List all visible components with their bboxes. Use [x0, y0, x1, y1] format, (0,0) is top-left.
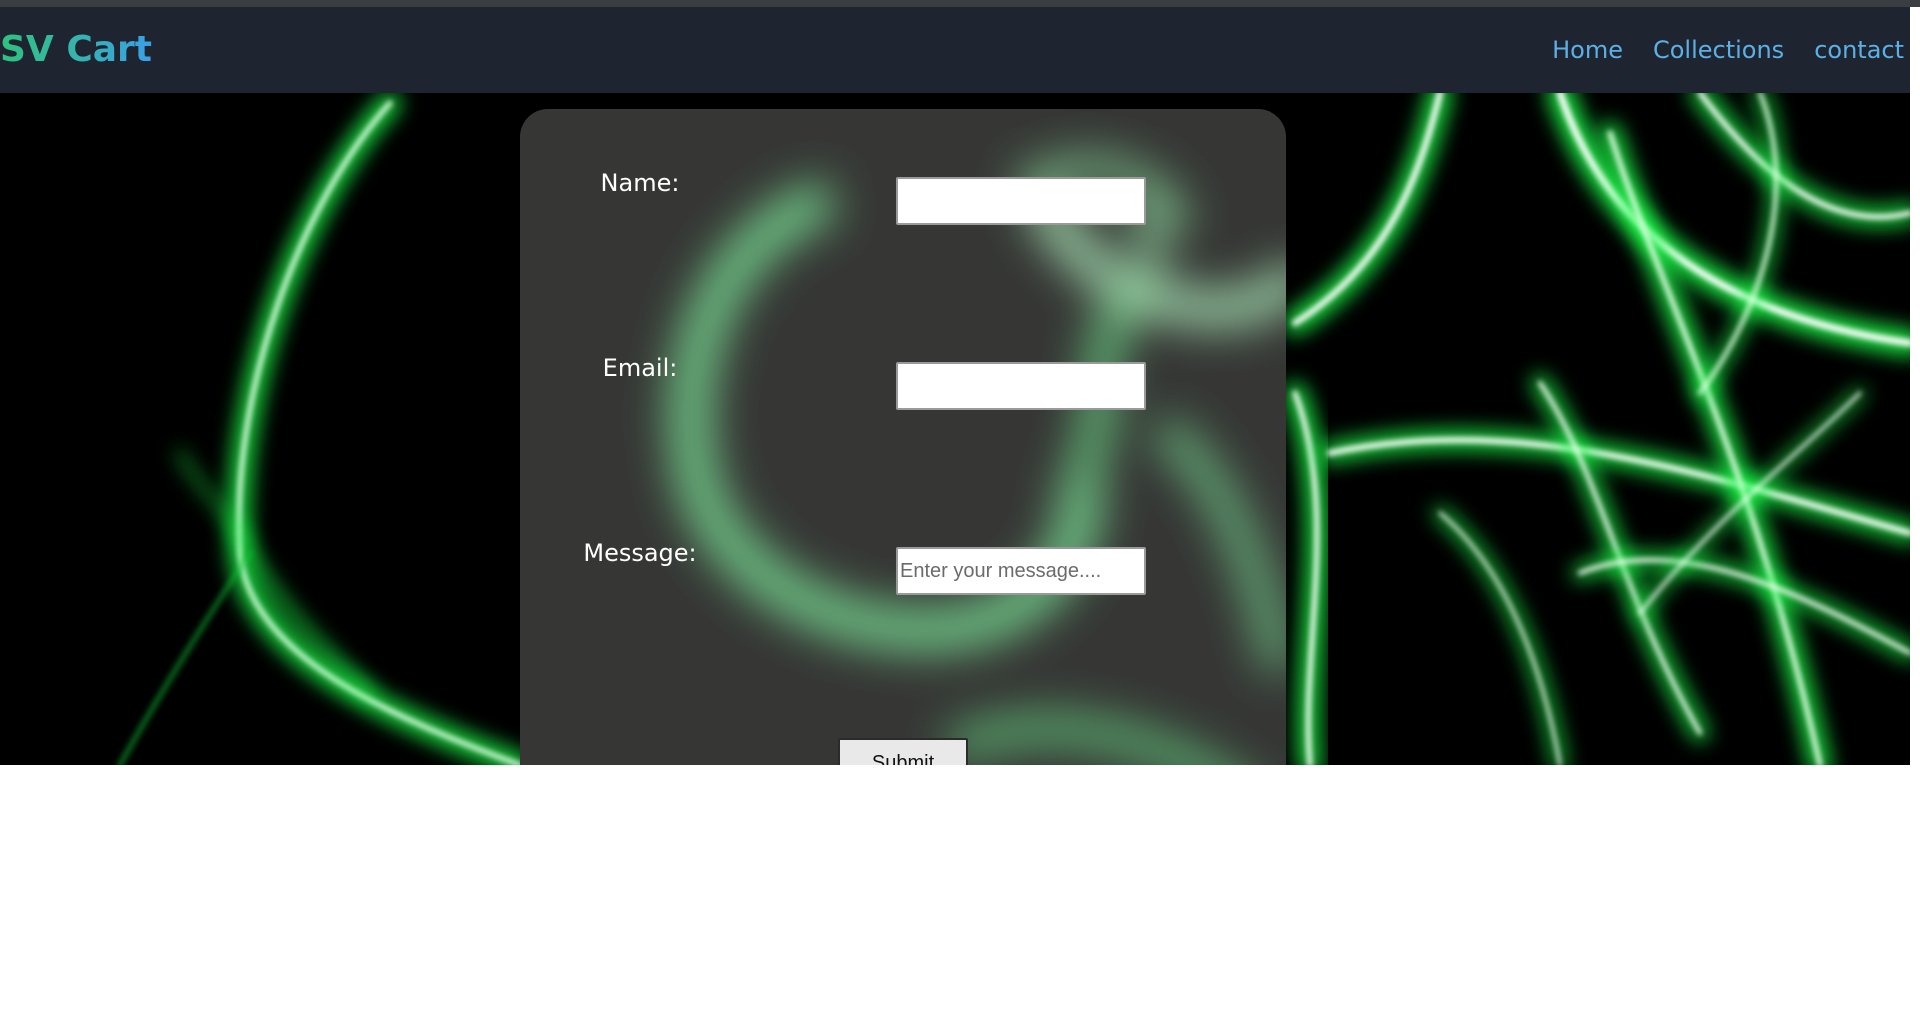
message-label: Message:	[583, 539, 697, 567]
email-input[interactable]	[896, 362, 1146, 410]
message-input[interactable]	[896, 547, 1146, 595]
navbar: SV Cart Home Collections contact	[0, 7, 1910, 93]
name-label: Name:	[600, 169, 680, 197]
browser-top-strip	[0, 0, 1920, 7]
site-logo[interactable]: SV Cart	[0, 27, 152, 73]
name-input[interactable]	[896, 177, 1146, 225]
nav-link-home[interactable]: Home	[1552, 35, 1623, 65]
email-label: Email:	[602, 354, 678, 382]
nav-link-collections[interactable]: Collections	[1653, 35, 1784, 65]
nav-link-contact[interactable]: contact	[1814, 35, 1904, 65]
page-blank-area	[0, 765, 1920, 1020]
nav-links: Home Collections contact	[1552, 35, 1904, 65]
contact-form-card: Name: Email: Message: Submit	[520, 109, 1286, 809]
